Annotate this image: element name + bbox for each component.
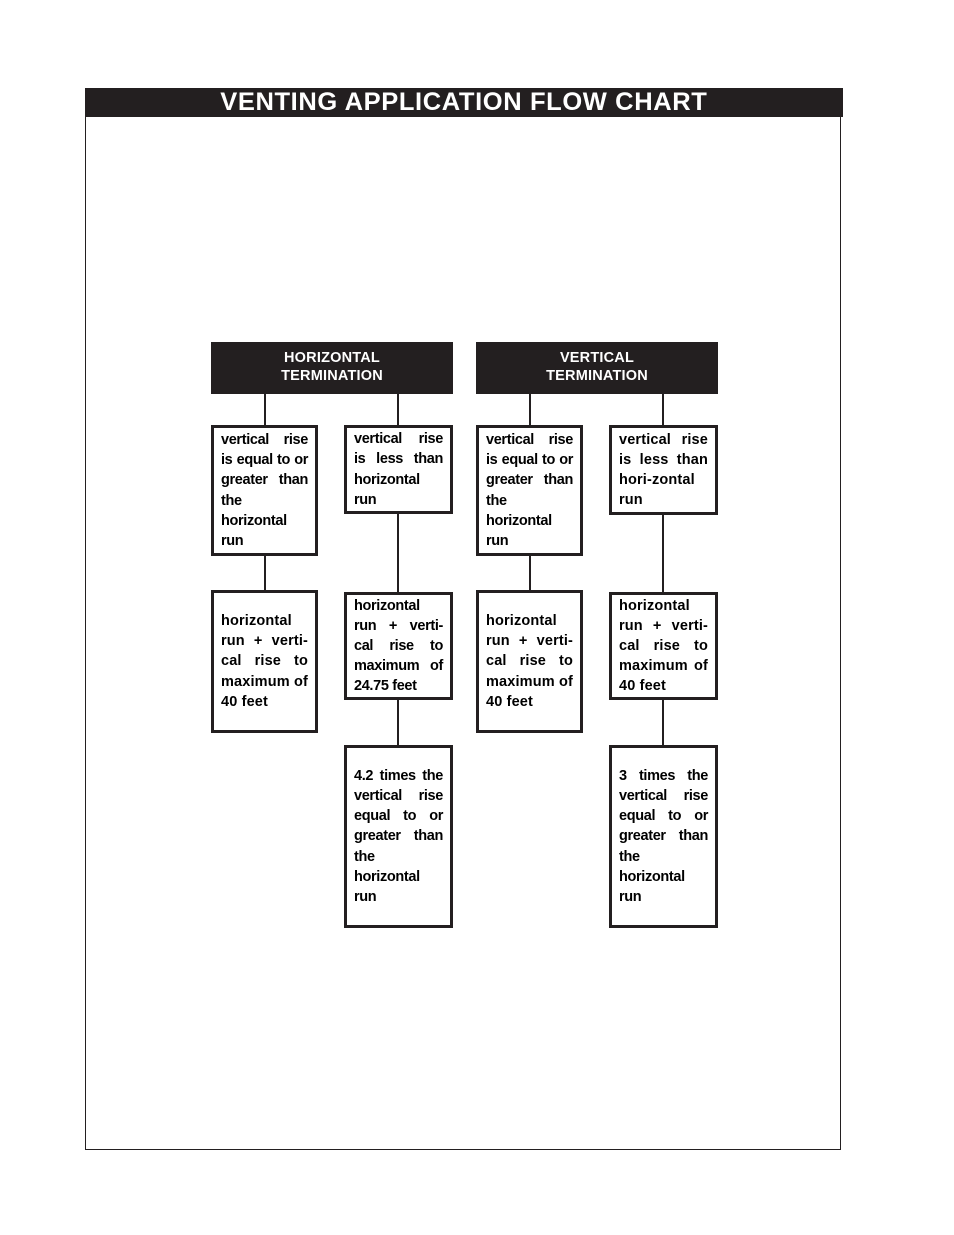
group-header-horizontal-line2: TERMINATION [281, 368, 383, 384]
condition-box-horizontal-less-than-text: vertical rise is less than horizontal ru… [354, 431, 443, 508]
condition-box-horizontal-equal-or-greater-text: vertical rise is equal to or greater tha… [221, 432, 308, 549]
flow-chart-page: VENTING APPLICATION FLOW CHART HORIZONTA… [0, 0, 954, 1235]
rule-box-vertical-multiplier: 3 times the vertical rise equal to or gr… [609, 745, 718, 928]
group-header-vertical-line2: TERMINATION [546, 368, 648, 384]
connector-col2-row1-to-row2 [397, 514, 399, 592]
result-box-vertical-less-than-text: horizontal run + verti-cal rise to maxim… [619, 597, 708, 695]
connector-vertical-to-col4 [662, 394, 664, 425]
page-border [85, 88, 841, 1150]
group-header-horizontal-label: HORIZONTAL TERMINATION [281, 350, 383, 385]
connector-col2-row2-to-row3 [397, 700, 399, 745]
condition-box-vertical-equal-or-greater: vertical rise is equal to or greater tha… [476, 425, 583, 556]
result-box-horizontal-less-than: horizontal run + verti-cal rise to maxim… [344, 592, 453, 700]
rule-box-horizontal-multiplier: 4.2 times the vertical rise equal to or … [344, 745, 453, 928]
condition-box-vertical-equal-or-greater-text: vertical rise is equal to or greater tha… [486, 432, 573, 549]
connector-col1-row1-to-row2 [264, 556, 266, 590]
condition-box-horizontal-equal-or-greater: vertical rise is equal to or greater tha… [211, 425, 318, 556]
group-header-vertical-termination: VERTICAL TERMINATION [476, 342, 718, 394]
result-box-vertical-equal-or-greater: horizontal run + verti-cal rise to maxim… [476, 590, 583, 733]
rule-box-vertical-multiplier-text: 3 times the vertical rise equal to or gr… [619, 768, 708, 905]
connector-col4-row1-to-row2 [662, 515, 664, 592]
result-box-horizontal-equal-or-greater: horizontal run + verti-cal rise to maxim… [211, 590, 318, 733]
group-header-horizontal-line1: HORIZONTAL [284, 350, 380, 367]
connector-col3-row1-to-row2 [529, 556, 531, 590]
connector-vertical-to-col3 [529, 394, 531, 425]
condition-box-vertical-less-than: vertical rise is less than hori-zontal r… [609, 425, 718, 515]
connector-col4-row2-to-row3 [662, 700, 664, 745]
connector-horizontal-to-col2 [397, 394, 399, 425]
group-header-horizontal-termination: HORIZONTAL TERMINATION [211, 342, 453, 394]
group-header-vertical-line1: VERTICAL [559, 350, 635, 367]
result-box-horizontal-less-than-text: horizontal run + verti-cal rise to maxim… [354, 597, 443, 695]
result-box-vertical-equal-or-greater-text: horizontal run + verti-cal rise to maxim… [486, 613, 573, 710]
condition-box-horizontal-less-than: vertical rise is less than horizontal ru… [344, 425, 453, 514]
connector-horizontal-to-col1 [264, 394, 266, 425]
rule-box-horizontal-multiplier-text: 4.2 times the vertical rise equal to or … [354, 768, 443, 905]
result-box-horizontal-equal-or-greater-text: horizontal run + verti-cal rise to maxim… [221, 613, 308, 710]
result-box-vertical-less-than: horizontal run + verti-cal rise to maxim… [609, 592, 718, 700]
page-title: VENTING APPLICATION FLOW CHART [220, 88, 708, 116]
page-title-bar: VENTING APPLICATION FLOW CHART [85, 88, 843, 117]
condition-box-vertical-less-than-text: vertical rise is less than hori-zontal r… [619, 431, 708, 509]
group-header-vertical-label: VERTICAL TERMINATION [546, 350, 648, 385]
